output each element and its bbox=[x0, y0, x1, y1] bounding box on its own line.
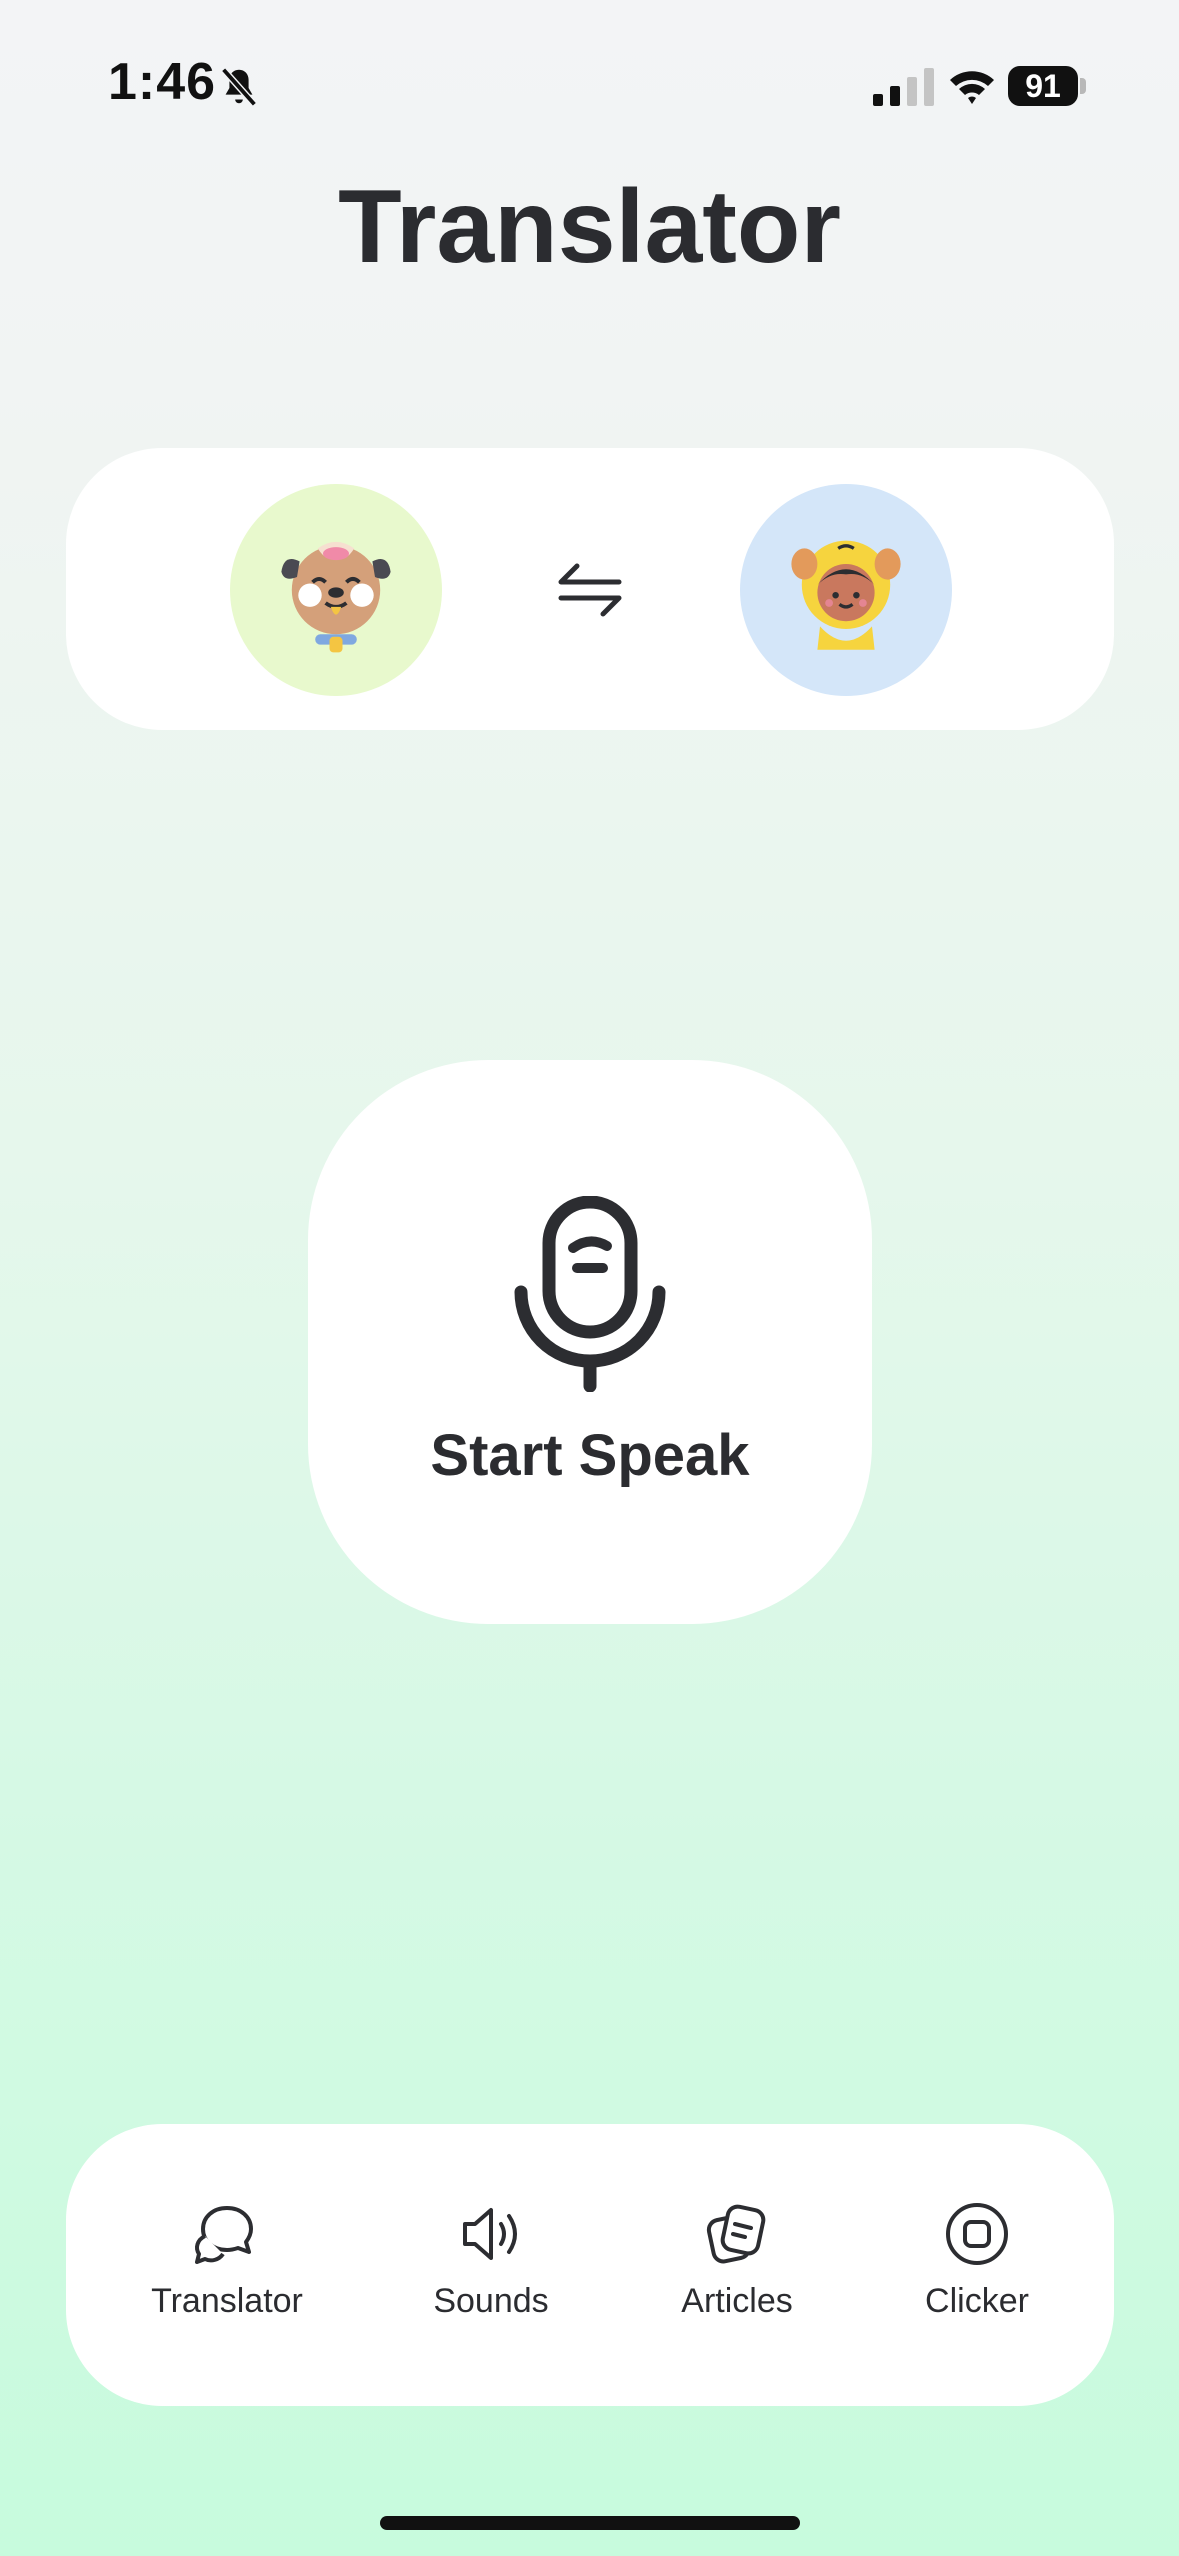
home-indicator[interactable] bbox=[380, 2516, 800, 2530]
start-speak-label: Start Speak bbox=[430, 1423, 750, 1488]
tab-translator[interactable]: Translator bbox=[127, 2198, 327, 2321]
status-time: 1:46 bbox=[108, 53, 217, 111]
tab-sounds[interactable]: Sounds bbox=[391, 2198, 591, 2321]
tab-articles[interactable]: Articles bbox=[637, 2198, 837, 2321]
cellular-signal-icon bbox=[873, 68, 934, 106]
speaker-icon bbox=[463, 2208, 517, 2260]
chat-bubbles-icon bbox=[195, 2206, 253, 2264]
tab-articles-label: Articles bbox=[681, 2282, 793, 2320]
articles-icon bbox=[706, 2204, 766, 2264]
tab-translator-label: Translator bbox=[151, 2282, 303, 2320]
silent-bell-icon bbox=[221, 67, 257, 107]
tab-sounds-label: Sounds bbox=[433, 2282, 549, 2320]
dog-icon bbox=[281, 541, 391, 653]
child-in-dog-costume-icon bbox=[791, 540, 901, 650]
battery-tip bbox=[1080, 78, 1086, 94]
tab-clicker-label: Clicker bbox=[925, 2282, 1029, 2320]
wifi-icon bbox=[950, 71, 994, 104]
human-avatar-button[interactable] bbox=[740, 484, 952, 696]
page-title: Translator bbox=[338, 169, 841, 285]
dog-avatar-button[interactable] bbox=[230, 484, 442, 696]
swap-languages-icon[interactable] bbox=[555, 558, 625, 622]
tab-clicker[interactable]: Clicker bbox=[877, 2198, 1077, 2321]
battery-indicator: 91 bbox=[1008, 66, 1078, 106]
microphone-icon bbox=[514, 1196, 666, 1392]
clicker-icon bbox=[946, 2203, 1008, 2265]
